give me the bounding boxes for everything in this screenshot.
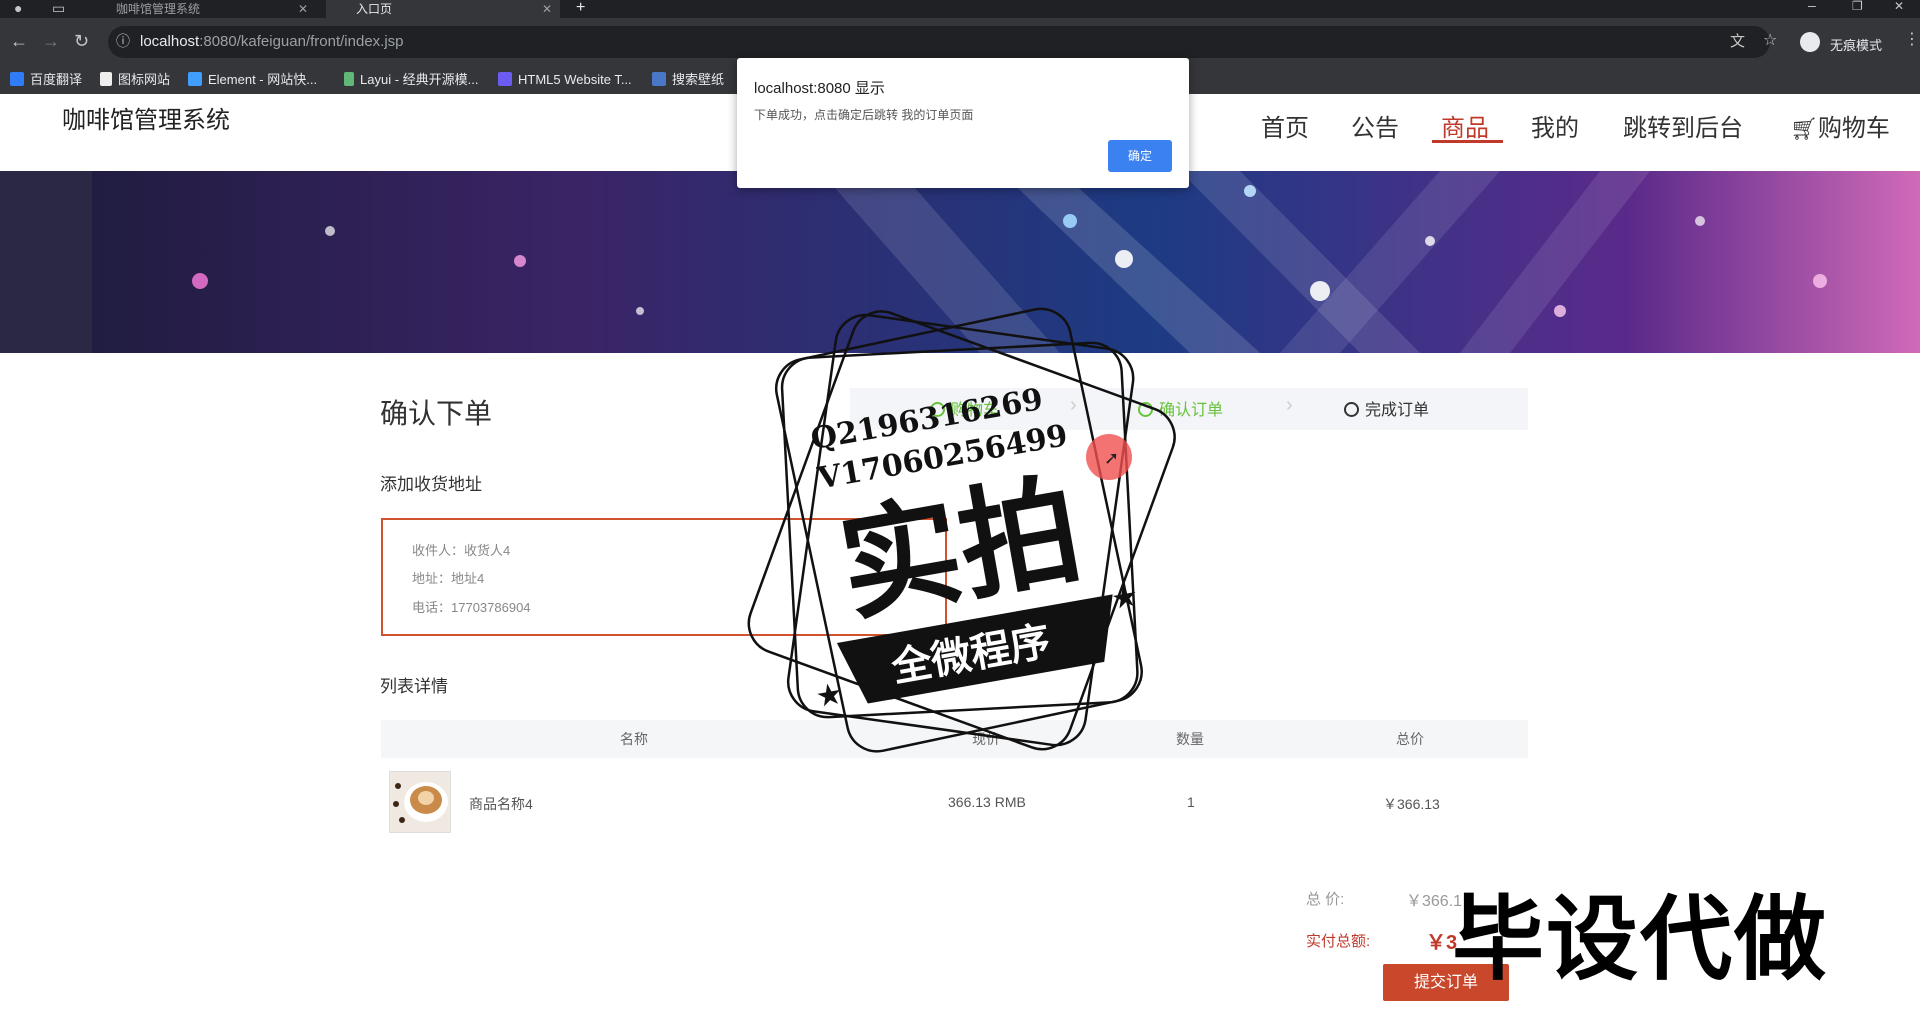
- coffee-cup-image: [390, 772, 450, 832]
- nav-cart-label: 购物车: [1817, 115, 1890, 142]
- bookmark-label: 图标网站: [118, 72, 171, 87]
- column-price: 现价: [972, 731, 1000, 747]
- element-logo-icon: [188, 72, 202, 86]
- check-circle-icon: [930, 402, 945, 417]
- address-receiver: 收件人：收货人4: [412, 543, 511, 558]
- nav-active-underline: [1432, 140, 1503, 143]
- layui-logo-icon: [344, 72, 354, 86]
- tab-label: 咖啡馆管理系统: [116, 2, 201, 16]
- nav-admin[interactable]: 跳转到后台: [1623, 108, 1743, 143]
- new-tab-icon[interactable]: +: [576, 0, 585, 16]
- cell-price: 366.13 RMB: [948, 794, 1026, 810]
- total-label: 总 价:: [1306, 891, 1345, 908]
- step-label: 完成订单: [1365, 402, 1430, 419]
- list-section-title: 列表详情: [380, 677, 448, 696]
- step-label: 购物车: [951, 402, 1000, 419]
- html5-logo-icon: [498, 72, 512, 86]
- tab-coffee-admin[interactable]: 咖啡馆管理系统 ✕: [96, 0, 316, 18]
- wallpaper-logo-icon: [652, 72, 666, 86]
- bookmark-label: Element - 网站快...: [208, 72, 318, 87]
- incognito-icon[interactable]: [1800, 32, 1820, 52]
- translate-icon[interactable]: 文: [1730, 34, 1745, 49]
- circle-icon: [1344, 402, 1359, 417]
- order-title: 确认下单: [380, 398, 493, 429]
- column-qty: 数量: [1176, 731, 1204, 747]
- cell-qty: 1: [1187, 794, 1195, 810]
- cell-product-name: 商品名称4: [469, 796, 533, 812]
- address-section-title: 添加收货地址: [380, 475, 482, 494]
- star-icon: ★: [813, 677, 845, 714]
- star-icon: ★: [1109, 579, 1141, 616]
- window-icon[interactable]: ▭: [52, 1, 65, 15]
- bookmark-layui[interactable]: Layui - 经典开源模...: [344, 66, 478, 94]
- bookmark-label: HTML5 Website T...: [518, 72, 632, 87]
- step-complete: 完成订单: [1344, 396, 1429, 420]
- chevron-right-icon: ›: [1286, 394, 1293, 416]
- url-host: localhost: [140, 33, 200, 50]
- nav-mine[interactable]: 我的: [1531, 108, 1579, 143]
- bookmark-html5[interactable]: HTML5 Website T...: [498, 66, 632, 94]
- bookmark-star-icon[interactable]: ☆: [1763, 33, 1777, 49]
- cell-total: ￥366.13: [1383, 796, 1440, 812]
- alert-message: 下单成功，点击确定后跳转 我的订单页面: [754, 108, 974, 122]
- paid-label: 实付总额:: [1306, 933, 1371, 950]
- browser-more-icon[interactable]: ⋮: [1904, 32, 1920, 48]
- tab-close-icon[interactable]: ✕: [542, 0, 552, 18]
- bookmark-label: 百度翻译: [30, 72, 83, 87]
- chevron-right-icon: ›: [1070, 394, 1077, 416]
- bookmark-wallpaper[interactable]: 搜索壁纸: [652, 66, 724, 94]
- bookmark-label: 搜索壁纸: [672, 72, 725, 87]
- step-confirm: 确认订单: [1138, 396, 1223, 420]
- hero-banner: [0, 171, 1920, 353]
- site-title: 咖啡馆管理系统: [62, 107, 230, 134]
- nav-home[interactable]: 首页: [1261, 108, 1309, 143]
- table-header: [381, 720, 1528, 758]
- url-path: :8080/kafeiguan/front/index.jsp: [199, 33, 404, 50]
- watermark-big-text: 毕设代做: [1452, 889, 1829, 991]
- profile-label[interactable]: 无痕模式: [1830, 35, 1882, 54]
- bookmark-baidu-translate[interactable]: 百度翻译: [10, 66, 82, 94]
- alert-ok-button[interactable]: 确定: [1108, 140, 1172, 172]
- step-cart: 购物车: [930, 396, 999, 420]
- bookmark-icon-site[interactable]: 图标网站: [100, 66, 170, 94]
- tab-label: 入口页: [356, 2, 393, 16]
- nav-goods[interactable]: 商品: [1441, 108, 1489, 143]
- nav-notice[interactable]: 公告: [1351, 108, 1399, 143]
- restore-icon[interactable]: ❐: [1852, 0, 1863, 12]
- tab-close-icon[interactable]: ✕: [298, 0, 308, 18]
- mouse-pointer-icon: ➚: [1104, 448, 1120, 468]
- product-image: [389, 771, 451, 833]
- nav-cart[interactable]: 🛒︎购物车: [1790, 108, 1890, 143]
- bookmark-label: Layui - 经典开源模...: [360, 72, 479, 87]
- reload-icon[interactable]: ↻: [74, 32, 89, 50]
- check-circle-icon: [1138, 402, 1153, 417]
- address-phone: 电话：17703786904: [412, 600, 531, 615]
- alert-title: localhost:8080 显示: [754, 80, 885, 97]
- address-location: 地址：地址4: [412, 571, 485, 586]
- url-text[interactable]: localhost:8080/kafeiguan/front/index.jsp: [140, 33, 404, 50]
- window-close-icon[interactable]: ✕: [1894, 0, 1904, 12]
- forward-icon[interactable]: →: [42, 32, 60, 50]
- translate-icon: [10, 72, 24, 86]
- column-total: 总价: [1396, 731, 1424, 747]
- banner-lights: [192, 171, 1827, 353]
- step-label: 确认订单: [1159, 402, 1224, 419]
- site-info-icon[interactable]: ⓘ: [116, 34, 130, 48]
- back-icon[interactable]: ←: [10, 32, 28, 50]
- browser-menu-icon[interactable]: ●: [14, 1, 22, 15]
- flag-icon: [100, 72, 112, 86]
- minimize-icon[interactable]: –: [1808, 0, 1816, 12]
- column-name: 名称: [620, 731, 648, 747]
- cart-icon: 🛒︎: [1790, 116, 1818, 141]
- bookmark-element[interactable]: Element - 网站快...: [188, 66, 317, 94]
- tab-entry-page[interactable]: 入口页 ✕: [326, 0, 560, 18]
